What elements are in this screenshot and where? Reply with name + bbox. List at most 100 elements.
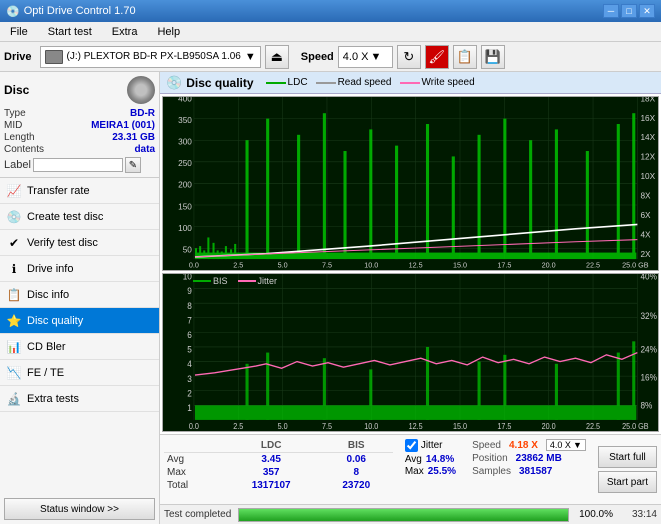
sidebar-item-cd-bler[interactable]: 📊 CD Bler bbox=[0, 334, 159, 360]
status-window-button[interactable]: Status window >> bbox=[4, 498, 155, 520]
sidebar-item-transfer-rate[interactable]: 📈 Transfer rate bbox=[0, 178, 159, 204]
minimize-button[interactable]: ─ bbox=[603, 4, 619, 18]
disc-info-icon: 📋 bbox=[6, 287, 22, 303]
app-icon: 💿 bbox=[6, 5, 20, 18]
svg-text:5: 5 bbox=[187, 344, 192, 354]
refresh-button[interactable]: ↻ bbox=[397, 45, 421, 69]
svg-text:12X: 12X bbox=[640, 151, 655, 161]
sidebar-item-label: Drive info bbox=[27, 263, 73, 275]
settings-button1[interactable]: 🖌 bbox=[425, 45, 449, 69]
svg-text:15.0: 15.0 bbox=[453, 261, 467, 270]
disc-icon bbox=[127, 76, 155, 104]
quality-header: 💿 Disc quality LDC Read speed Write spee… bbox=[160, 72, 661, 94]
settings-button2[interactable]: 📋 bbox=[453, 45, 477, 69]
max-bis: 8 bbox=[320, 466, 393, 479]
samples-row: Samples 381587 bbox=[472, 466, 586, 477]
drive-icon bbox=[45, 50, 63, 64]
disc-type-label: Type bbox=[4, 108, 26, 119]
svg-text:0.0: 0.0 bbox=[189, 261, 199, 270]
svg-text:25.0 GB: 25.0 GB bbox=[622, 261, 649, 270]
disc-type-row: Type BD-R bbox=[4, 108, 155, 119]
disc-panel: Disc Type BD-R MID MEIRA1 (001) Length 2… bbox=[0, 72, 159, 178]
nav-menu: 📈 Transfer rate 💿 Create test disc ✔ Ver… bbox=[0, 178, 159, 412]
titlebar-left: 💿 Opti Drive Control 1.70 bbox=[6, 5, 136, 18]
legend-readspeed: Read speed bbox=[316, 77, 392, 88]
sidebar-item-disc-quality[interactable]: ⭐ Disc quality bbox=[0, 308, 159, 334]
svg-text:20.0: 20.0 bbox=[542, 421, 556, 430]
svg-text:2X: 2X bbox=[640, 249, 650, 259]
disc-type-value: BD-R bbox=[130, 108, 155, 119]
speed-select[interactable]: 4.0 X ▼ bbox=[546, 439, 586, 451]
sidebar-item-verify-test-disc[interactable]: ✔ Verify test disc bbox=[0, 230, 159, 256]
drive-selector[interactable]: (J:) PLEXTOR BD-R PX-LB950SA 1.06 ▼ bbox=[40, 46, 261, 68]
verify-test-disc-icon: ✔ bbox=[6, 235, 22, 251]
svg-text:22.5: 22.5 bbox=[586, 421, 600, 430]
sidebar-item-label: Create test disc bbox=[27, 211, 103, 223]
disc-label-input[interactable] bbox=[33, 158, 123, 172]
bis-legend: BIS bbox=[193, 276, 228, 286]
max-ldc: 357 bbox=[223, 466, 320, 479]
svg-text:12.5: 12.5 bbox=[409, 261, 423, 270]
maximize-button[interactable]: □ bbox=[621, 4, 637, 18]
disc-label-edit-button[interactable]: ✎ bbox=[125, 157, 141, 173]
menu-starttest[interactable]: Start test bbox=[42, 24, 98, 40]
fe-te-icon: 📉 bbox=[6, 365, 22, 381]
close-button[interactable]: ✕ bbox=[639, 4, 655, 18]
svg-text:24%: 24% bbox=[640, 344, 657, 354]
avg-ldc: 3.45 bbox=[223, 453, 320, 467]
sidebar-item-fe-te[interactable]: 📉 FE / TE bbox=[0, 360, 159, 386]
svg-text:15.0: 15.0 bbox=[453, 421, 467, 430]
jitter-label: Jitter bbox=[258, 276, 278, 286]
jitter-avg-value: 14.8% bbox=[426, 454, 454, 465]
disc-label-row: Label ✎ bbox=[4, 157, 155, 173]
progress-bar-container: Test completed 100.0% 33:14 bbox=[160, 504, 661, 524]
svg-text:10X: 10X bbox=[640, 171, 655, 181]
position-value: 23862 MB bbox=[516, 453, 562, 464]
readspeed-color bbox=[316, 82, 336, 84]
progress-percentage: 100.0% bbox=[573, 509, 613, 520]
chevron-icon2: ▼ bbox=[370, 51, 381, 63]
progress-bar-fill bbox=[239, 509, 568, 521]
menu-file[interactable]: File bbox=[4, 24, 34, 40]
toolbar: Drive (J:) PLEXTOR BD-R PX-LB950SA 1.06 … bbox=[0, 42, 661, 72]
speed-selector[interactable]: 4.0 X ▼ bbox=[338, 46, 393, 68]
speed-label: Speed bbox=[301, 51, 334, 63]
disc-length-value: 23.31 GB bbox=[112, 132, 155, 143]
jitter-max-row: Max 25.5% bbox=[405, 466, 456, 477]
eject-button[interactable]: ⏏ bbox=[265, 45, 289, 69]
svg-text:1: 1 bbox=[187, 402, 192, 412]
ldc-color bbox=[266, 82, 286, 84]
cd-bler-icon: 📊 bbox=[6, 339, 22, 355]
disc-length-row: Length 23.31 GB bbox=[4, 132, 155, 143]
jitter-checkbox[interactable] bbox=[405, 439, 418, 452]
start-full-button[interactable]: Start full bbox=[598, 446, 657, 468]
disc-quality-icon: ⭐ bbox=[6, 313, 22, 329]
extra-tests-icon: 🔬 bbox=[6, 391, 22, 407]
sidebar-item-extra-tests[interactable]: 🔬 Extra tests bbox=[0, 386, 159, 412]
menu-extra[interactable]: Extra bbox=[106, 24, 144, 40]
sidebar-item-create-test-disc[interactable]: 💿 Create test disc bbox=[0, 204, 159, 230]
drive-value: (J:) PLEXTOR BD-R PX-LB950SA 1.06 bbox=[67, 51, 241, 62]
start-part-button[interactable]: Start part bbox=[598, 471, 657, 493]
save-button[interactable]: 💾 bbox=[481, 45, 505, 69]
svg-text:32%: 32% bbox=[640, 310, 657, 320]
chart1-legend: LDC Read speed Write speed bbox=[266, 77, 475, 88]
disc-header: Disc bbox=[4, 76, 155, 104]
progress-time: 33:14 bbox=[617, 509, 657, 520]
sidebar-item-drive-info[interactable]: ℹ Drive info bbox=[0, 256, 159, 282]
chart-bis: BIS Jitter bbox=[162, 273, 659, 432]
ldc-label: LDC bbox=[288, 77, 308, 88]
sidebar-item-disc-info[interactable]: 📋 Disc info bbox=[0, 282, 159, 308]
writespeed-label: Write speed bbox=[422, 77, 475, 88]
svg-text:16%: 16% bbox=[640, 372, 657, 382]
jitter-legend: Jitter bbox=[238, 276, 278, 286]
total-ldc: 1317107 bbox=[223, 479, 320, 492]
avg-bis: 0.06 bbox=[320, 453, 393, 467]
action-buttons: Start full Start part bbox=[594, 435, 661, 504]
disc-contents-label: Contents bbox=[4, 144, 44, 155]
menu-help[interactable]: Help bbox=[151, 24, 186, 40]
svg-text:8%: 8% bbox=[640, 400, 652, 410]
svg-text:14X: 14X bbox=[640, 132, 655, 142]
jitter-section: Jitter Avg 14.8% Max 25.5% bbox=[397, 435, 464, 504]
disc-contents-value: data bbox=[134, 144, 155, 155]
